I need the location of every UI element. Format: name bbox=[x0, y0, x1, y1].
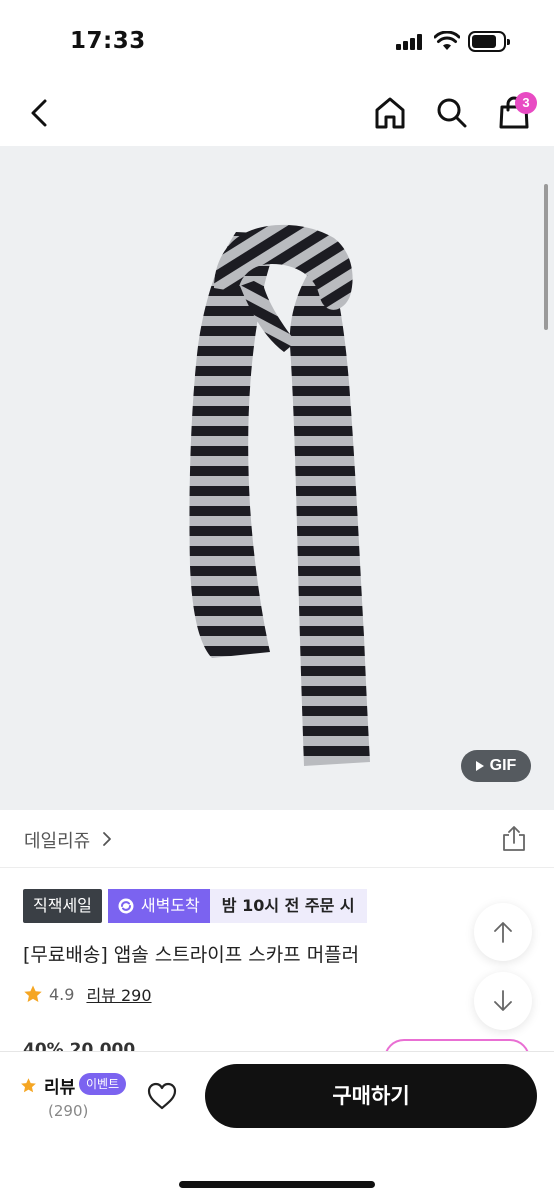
review-count: (290) bbox=[48, 1102, 89, 1120]
wifi-icon bbox=[434, 31, 460, 50]
dawn-delivery-label: 새벽도착 bbox=[140, 896, 200, 915]
product-title: [무료배송] 앱솔 스트라이프 스카프 머플러 bbox=[23, 944, 360, 966]
share-icon[interactable] bbox=[500, 824, 528, 852]
reviews-link[interactable]: 리뷰 290 bbox=[86, 982, 151, 1006]
product-image[interactable]: GIF bbox=[0, 146, 554, 810]
gif-play-button[interactable]: GIF bbox=[461, 750, 531, 782]
dawn-delivery-tag: 새벽도착 bbox=[107, 889, 210, 923]
event-badge: 이벤트 bbox=[79, 1073, 127, 1095]
review-label[interactable]: 리뷰 bbox=[44, 1073, 75, 1098]
brand-row: 데일리쥬 bbox=[0, 810, 554, 868]
arrow-up-icon bbox=[494, 922, 512, 943]
scroll-top-button[interactable] bbox=[474, 903, 532, 961]
buy-button[interactable]: 구매하기 bbox=[205, 1064, 537, 1128]
search-icon[interactable] bbox=[434, 95, 470, 131]
cellular-signal-icon bbox=[396, 34, 422, 50]
home-indicator[interactable] bbox=[179, 1181, 375, 1188]
purchase-bar: 리뷰 이벤트 (290) 구매하기 bbox=[0, 1051, 554, 1200]
status-bar: 17:33 bbox=[0, 0, 554, 80]
rating-row: 4.9 리뷰 290 bbox=[23, 983, 152, 1005]
chevron-right-icon[interactable] bbox=[100, 831, 114, 847]
status-time: 17:33 bbox=[70, 28, 146, 54]
sale-tag: 직잭세일 bbox=[23, 889, 102, 923]
delivery-refresh-icon bbox=[118, 898, 134, 914]
chevron-left-icon[interactable] bbox=[22, 95, 58, 131]
play-icon bbox=[475, 761, 484, 771]
star-icon bbox=[24, 985, 42, 1002]
cart-count-badge: 3 bbox=[515, 92, 537, 114]
heart-icon[interactable] bbox=[146, 1080, 178, 1112]
rating-value: 4.9 bbox=[49, 984, 75, 1004]
battery-icon bbox=[468, 31, 510, 52]
arrow-down-icon bbox=[494, 990, 512, 1011]
striped-scarf-image bbox=[189, 224, 370, 766]
gif-label: GIF bbox=[489, 757, 517, 774]
home-icon[interactable] bbox=[372, 95, 408, 131]
top-nav-bar bbox=[0, 80, 554, 146]
product-tags: 직잭세일 새벽도착 밤 10시 전 주문 시 bbox=[23, 889, 367, 923]
star-icon bbox=[21, 1078, 36, 1093]
order-cutoff-tag: 밤 10시 전 주문 시 bbox=[209, 889, 367, 923]
scroll-bottom-button[interactable] bbox=[474, 972, 532, 1030]
image-scrollbar[interactable] bbox=[544, 184, 548, 330]
brand-name-link[interactable]: 데일리쥬 bbox=[24, 827, 90, 853]
